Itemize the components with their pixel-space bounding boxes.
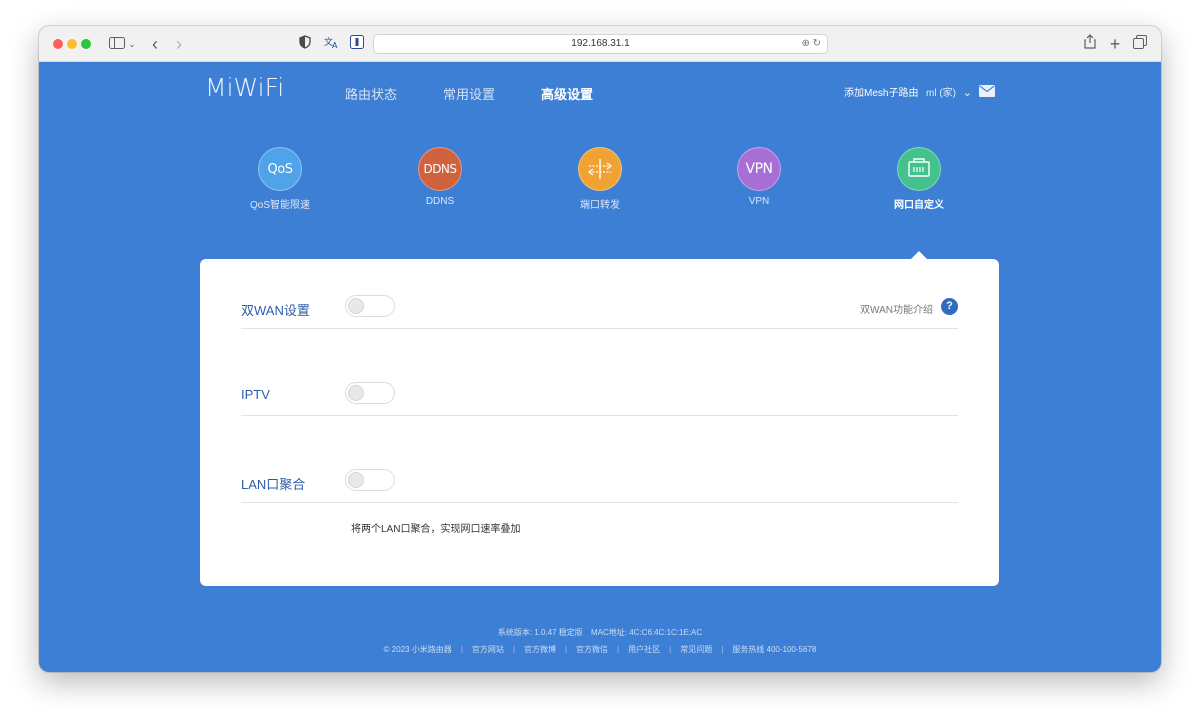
- toggle-knob: [348, 385, 364, 401]
- system-version: 系统版本: 1.0.47 稳定版: [497, 628, 583, 637]
- footer-link-wechat[interactable]: 官方微信: [576, 645, 608, 654]
- vpn-icon: VPN: [737, 147, 781, 191]
- privacy-shield-icon[interactable]: [297, 34, 313, 54]
- router-admin-page: MiWiFi 路由状态 常用设置 高级设置 添加Mesh子路由 ml (家) ⌄…: [39, 62, 1161, 672]
- dual-wan-help-link[interactable]: 双WAN功能介绍: [860, 301, 933, 316]
- minimize-window-button[interactable]: [67, 39, 77, 49]
- user-menu[interactable]: ml (家) ⌄: [926, 84, 972, 99]
- add-mesh-link[interactable]: 添加Mesh子路由: [844, 84, 918, 99]
- feature-qos[interactable]: QoS QoS智能限速: [230, 147, 330, 211]
- miwifi-logo[interactable]: MiWiFi: [205, 73, 284, 102]
- chevron-down-icon: ⌄: [962, 87, 972, 99]
- ethernet-port-icon: [897, 147, 941, 191]
- feature-label: VPN: [748, 196, 770, 207]
- browser-toolbar: ⌄ ‹ › 文A 192.168.31.1 ⊕ ↻ +: [39, 26, 1161, 62]
- lan-aggregation-label: LAN口聚合: [241, 477, 306, 492]
- footer-link-faq[interactable]: 常见问题: [680, 645, 712, 654]
- dual-wan-row: 双WAN设置 双WAN功能介绍 ?: [241, 259, 958, 329]
- lan-aggregation-toggle[interactable]: [345, 469, 395, 491]
- lan-aggregation-description: 将两个LAN口聚合，实现网口速率叠加: [351, 524, 521, 535]
- reload-icon[interactable]: ⊕ ↻: [801, 35, 821, 53]
- dual-wan-label: 双WAN设置: [241, 303, 310, 318]
- feature-ddns[interactable]: DDNS DDNS: [390, 147, 490, 207]
- share-icon[interactable]: [1082, 34, 1098, 54]
- active-tab-pointer: [911, 251, 927, 259]
- footer-hotline: 服务热线 400-100-5678: [732, 645, 817, 654]
- footer-link-community[interactable]: 用户社区: [628, 645, 660, 654]
- iptv-row: IPTV: [241, 346, 958, 416]
- translate-icon[interactable]: 文A: [323, 34, 341, 54]
- sidebar-toggle-icon[interactable]: [105, 34, 129, 54]
- help-icon[interactable]: ?: [941, 298, 958, 315]
- url-text: 192.168.31.1: [571, 38, 630, 49]
- zoom-window-button[interactable]: [81, 39, 91, 49]
- footer-link-official-site[interactable]: 官方网站: [472, 645, 504, 654]
- feature-label: QoS智能限速: [249, 200, 310, 211]
- mac-address: MAC地址: 4C:C6:4C:1C:1E:AC: [591, 628, 703, 637]
- toggle-knob: [348, 298, 364, 314]
- nav-common-settings[interactable]: 常用设置: [443, 84, 495, 103]
- qos-icon: QoS: [258, 147, 302, 191]
- ddns-icon: DDNS: [418, 147, 462, 191]
- tab-overview-icon[interactable]: [1132, 34, 1148, 54]
- new-tab-icon[interactable]: +: [1107, 34, 1123, 54]
- browser-window: ⌄ ‹ › 文A 192.168.31.1 ⊕ ↻ + MiWiFi 路由状态 …: [39, 26, 1161, 672]
- nav-advanced-settings[interactable]: 高级设置: [541, 84, 593, 103]
- feature-label: DDNS: [425, 196, 455, 207]
- forward-icon[interactable]: ›: [171, 34, 187, 54]
- address-bar[interactable]: 192.168.31.1 ⊕ ↻: [373, 34, 828, 54]
- extension-icon[interactable]: [348, 34, 366, 54]
- footer-link-weibo[interactable]: 官方微博: [524, 645, 556, 654]
- feature-port-forwarding[interactable]: 端口转发: [550, 147, 650, 211]
- toggle-knob: [348, 472, 364, 488]
- lan-aggregation-row: LAN口聚合: [241, 433, 958, 503]
- back-icon[interactable]: ‹: [147, 34, 163, 54]
- feature-port-custom[interactable]: 网口自定义: [869, 147, 969, 211]
- iptv-toggle[interactable]: [345, 382, 395, 404]
- dual-wan-toggle[interactable]: [345, 295, 395, 317]
- feature-label: 端口转发: [580, 200, 620, 211]
- footer-links: © 2023 小米路由器 | 官方网站 | 官方微博 | 官方微信 | 用户社区 | 常见问题 | 服务…: [383, 645, 817, 654]
- chevron-down-icon[interactable]: ⌄: [127, 34, 137, 54]
- iptv-label: IPTV: [241, 387, 270, 402]
- user-name: ml (家): [926, 88, 956, 99]
- footer-version-line: 系统版本: 1.0.47 稳定版 MAC地址: 4C:C6:4C:1C:1E:A…: [39, 627, 1161, 638]
- close-window-button[interactable]: [53, 39, 63, 49]
- settings-card: 双WAN设置 双WAN功能介绍 ? IPTV LAN口聚合 将两个LAN口聚合，…: [200, 259, 999, 586]
- footer-copyright: © 2023 小米路由器: [383, 645, 452, 654]
- svg-text:A: A: [332, 41, 338, 49]
- feature-label: 网口自定义: [894, 200, 944, 211]
- feature-vpn[interactable]: VPN VPN: [709, 147, 809, 207]
- port-forward-icon: [578, 147, 622, 191]
- nav-router-status[interactable]: 路由状态: [345, 84, 397, 103]
- mail-icon[interactable]: [979, 85, 995, 97]
